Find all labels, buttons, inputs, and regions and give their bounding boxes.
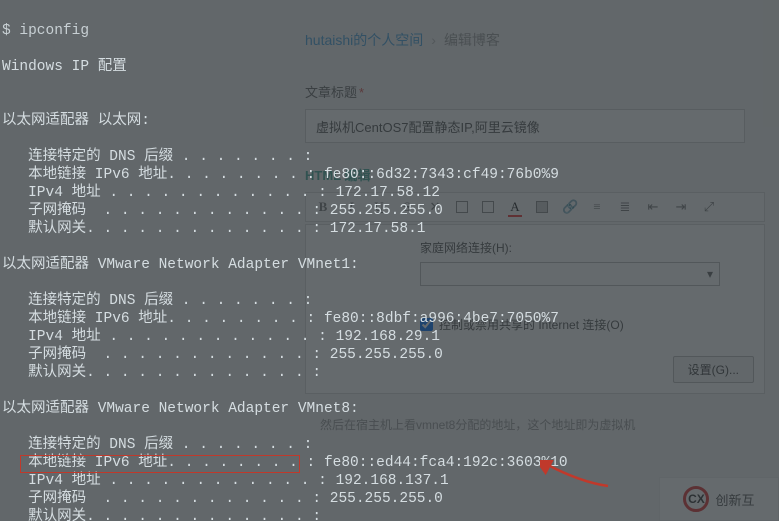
checkbox-icon[interactable] (420, 318, 433, 331)
unordered-list-icon[interactable]: ≡ (590, 199, 604, 215)
html-editor-label: HTML 编辑 (305, 165, 779, 184)
article-title-input[interactable] (305, 109, 745, 143)
expand-icon[interactable]: ⤢ (702, 199, 716, 215)
settings-button[interactable]: 设置(G)... (673, 356, 754, 383)
breadcrumb: hutaishi的个人空间 › 编辑博客 (305, 30, 779, 50)
ordered-list-icon[interactable]: ≣ (618, 199, 632, 215)
editor-content-pane[interactable]: 家庭网络连接(H): ▾ 控制或禁用共享的 Internet 连接(O) 设置(… (305, 224, 765, 394)
chevron-down-icon: ▾ (707, 267, 713, 281)
editor-toolbar: B I U S ✕ A 🔗 ≡ ≣ ⇤ ⇥ ⤢ (305, 192, 765, 222)
italic-icon[interactable]: I (344, 199, 358, 215)
title-label: 文章标题* (305, 82, 779, 101)
breadcrumb-user[interactable]: hutaishi的个人空间 (305, 30, 423, 50)
home-network-label: 家庭网络连接(H): (420, 239, 760, 256)
site-logo: CX 创新互 (659, 477, 779, 521)
chevron-right-icon: › (431, 32, 436, 48)
home-network-combo[interactable]: ▾ (420, 262, 720, 286)
blog-editor-background: hutaishi的个人空间 › 编辑博客 文章标题* HTML 编辑 B I U… (0, 0, 779, 521)
checkbox-label: 控制或禁用共享的 Internet 连接(O) (439, 316, 624, 333)
breadcrumb-current: 编辑博客 (444, 30, 500, 50)
logo-text: 创新互 (715, 490, 754, 509)
underline-icon[interactable]: U (372, 199, 386, 215)
allow-control-checkbox[interactable]: 控制或禁用共享的 Internet 连接(O) (420, 316, 760, 333)
font-color-icon[interactable]: A (508, 199, 522, 215)
remove-format-icon[interactable]: ✕ (428, 199, 442, 215)
logo-mark-icon: CX (683, 486, 709, 512)
code-icon[interactable] (482, 201, 494, 213)
outdent-icon[interactable]: ⇤ (646, 199, 660, 215)
strikethrough-icon[interactable]: S (400, 199, 414, 215)
indent-icon[interactable]: ⇥ (674, 199, 688, 215)
bold-icon[interactable]: B (316, 199, 330, 215)
sharing-dialog-fragment: 家庭网络连接(H): ▾ 控制或禁用共享的 Internet 连接(O) (420, 239, 760, 333)
bg-color-icon[interactable] (536, 201, 548, 213)
blockquote-icon[interactable] (456, 201, 468, 213)
article-body-text: 然后在宿主机上看vmnet8分配的地址，这个地址即为虚拟机 (320, 416, 760, 433)
link-icon[interactable]: 🔗 (562, 199, 576, 215)
